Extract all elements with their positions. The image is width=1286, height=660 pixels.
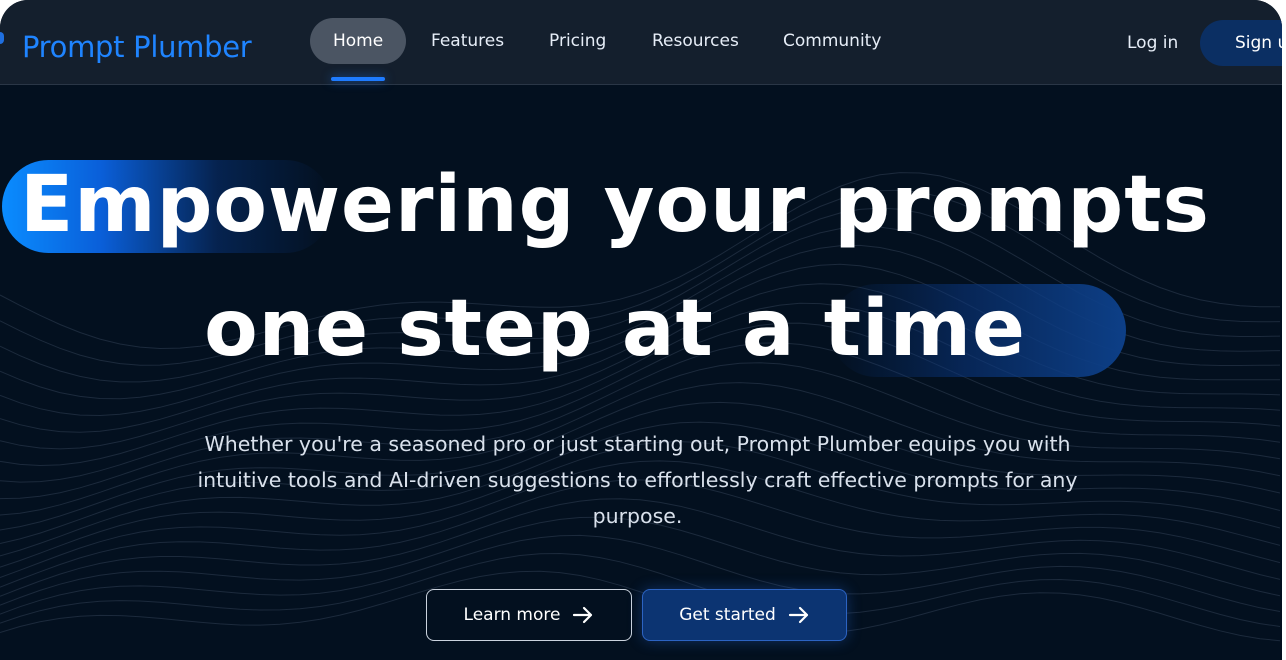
nav-item-community[interactable]: Community — [783, 18, 881, 64]
hero-headline-line2: one step at a time — [204, 284, 1026, 374]
page-frame: Prompt Plumber Home Features Pricing Res… — [0, 0, 1282, 660]
brand-mark — [0, 32, 4, 44]
hero-headline-line1: Empowering your prompts — [20, 160, 1210, 250]
get-started-label: Get started — [679, 605, 776, 625]
wave-line — [0, 552, 1281, 627]
learn-more-button[interactable]: Learn more — [426, 589, 632, 641]
arrow-right-icon — [788, 606, 808, 624]
hero-subtext: Whether you're a seasoned pro or just st… — [197, 432, 1078, 528]
get-started-button[interactable]: Get started — [642, 589, 847, 641]
nav-item-pricing[interactable]: Pricing — [549, 18, 606, 64]
login-link[interactable]: Log in — [1127, 33, 1178, 53]
wave-line — [0, 534, 1281, 615]
top-navbar: Prompt Plumber Home Features Pricing Res… — [0, 0, 1282, 85]
brand-logo[interactable]: Prompt Plumber — [22, 30, 252, 64]
nav-item-features[interactable]: Features — [431, 18, 504, 64]
nav-item-home[interactable]: Home — [310, 18, 407, 64]
active-nav-indicator — [331, 77, 385, 81]
arrow-right-icon — [573, 606, 593, 624]
signup-button[interactable]: Sign u — [1200, 20, 1282, 66]
nav-item-resources[interactable]: Resources — [652, 18, 739, 64]
learn-more-label: Learn more — [463, 605, 561, 625]
